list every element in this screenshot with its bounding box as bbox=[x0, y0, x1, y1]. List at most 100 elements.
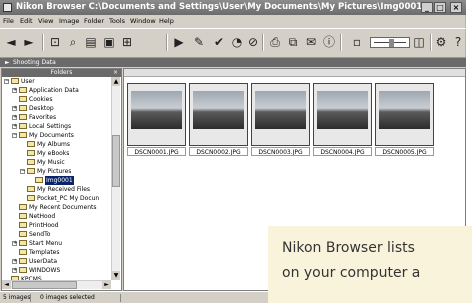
delete-icon[interactable]: ⊘ bbox=[246, 35, 260, 49]
slideshow-icon[interactable]: ⊞ bbox=[120, 35, 134, 49]
thumbnail-item[interactable]: DSCN0002.JPG bbox=[189, 83, 248, 159]
expand-arrow-icon[interactable]: ► bbox=[5, 58, 10, 67]
retouch-icon[interactable]: ✔ bbox=[212, 35, 226, 49]
menu-edit[interactable]: Edit bbox=[20, 16, 33, 27]
tree-item-label: UserData bbox=[29, 258, 58, 265]
email-icon[interactable]: ✉ bbox=[304, 35, 318, 49]
collapse-icon[interactable]: − bbox=[20, 169, 25, 174]
thumbnail-frame[interactable] bbox=[127, 83, 186, 146]
thumbnail-item[interactable]: DSCN0001.JPG bbox=[127, 83, 186, 159]
expand-icon[interactable]: + bbox=[12, 268, 17, 273]
tree-item-label: My Music bbox=[37, 159, 65, 166]
thumbnail-frame[interactable] bbox=[189, 83, 248, 146]
close-folders-icon[interactable]: × bbox=[113, 69, 118, 77]
help-icon[interactable]: ? bbox=[451, 35, 465, 49]
folder-icon bbox=[19, 249, 27, 255]
rotate-icon[interactable]: ◔ bbox=[230, 35, 244, 49]
folders-title: Folders bbox=[50, 69, 73, 76]
menu-file[interactable]: File bbox=[3, 16, 14, 27]
tree-vscroll-thumb[interactable] bbox=[112, 135, 120, 187]
folder-icon bbox=[19, 114, 27, 120]
tree-vertical-scrollbar[interactable]: ▲ ▼ bbox=[111, 77, 120, 280]
tree-item-label: Cookies bbox=[29, 96, 53, 103]
menu-help[interactable]: Help bbox=[159, 16, 174, 27]
tree-horizontal-scrollbar[interactable]: ◄ ► bbox=[2, 280, 111, 289]
thumbnail-item[interactable]: DSCN0005.JPG bbox=[375, 83, 434, 159]
toolbar-separator bbox=[166, 34, 168, 51]
thumbnail-item[interactable]: DSCN0003.JPG bbox=[251, 83, 310, 159]
folder-icon bbox=[19, 267, 27, 273]
folder-icon bbox=[27, 159, 35, 165]
shooting-data-label: Shooting Data bbox=[13, 59, 56, 66]
folder-up-icon[interactable]: ⊡ bbox=[48, 35, 62, 49]
tree-hscroll-thumb[interactable] bbox=[12, 281, 77, 289]
tree-item-label: User bbox=[21, 78, 35, 85]
expand-icon[interactable]: + bbox=[12, 124, 17, 129]
thumbnail-filename: DSCN0004.JPG bbox=[313, 147, 372, 156]
callout-line-2: on your computer a bbox=[282, 265, 421, 281]
tree-item-label: NetHood bbox=[29, 213, 56, 220]
thumbnail-view-icon[interactable]: ▤ bbox=[84, 35, 98, 49]
toolbar: ◄ ► ⊡ ⌕ ▤ ▣ ⊞ ▶ ✎ ✔ ◔ ⊘ ⎙ ⧉ ✉ ⓘ ▫ ◫ ⚙ ? bbox=[0, 28, 466, 58]
edit-icon[interactable]: ✎ bbox=[192, 35, 206, 49]
expand-icon[interactable]: + bbox=[12, 115, 17, 120]
menu-view[interactable]: View bbox=[38, 16, 53, 27]
tree-item-label: My Recent Documents bbox=[29, 204, 97, 211]
toolbar-separator bbox=[262, 34, 264, 51]
find-icon[interactable]: ⌕ bbox=[66, 35, 80, 49]
forward-icon[interactable]: ► bbox=[22, 35, 36, 49]
toolbar-separator bbox=[340, 34, 342, 51]
copy-icon[interactable]: ⧉ bbox=[286, 35, 300, 49]
folder-icon bbox=[27, 168, 35, 174]
tree-item-label: WINDOWS bbox=[29, 267, 61, 274]
info-icon[interactable]: ⓘ bbox=[322, 35, 336, 49]
tree-item-label: SendTo bbox=[29, 231, 51, 238]
thumbnail-frame[interactable] bbox=[251, 83, 310, 146]
menu-image[interactable]: Image bbox=[59, 16, 79, 27]
close-button[interactable]: × bbox=[450, 2, 462, 13]
scroll-down-icon[interactable]: ▼ bbox=[112, 271, 120, 280]
zoom-slider[interactable] bbox=[370, 37, 410, 48]
scroll-up-icon[interactable]: ▲ bbox=[112, 77, 120, 86]
collapse-icon[interactable]: − bbox=[12, 133, 17, 138]
zoom-small-icon[interactable]: ▫ bbox=[350, 35, 364, 49]
minimize-button[interactable]: _ bbox=[421, 2, 433, 13]
tree-item-label: Local Settings bbox=[29, 123, 72, 130]
expand-icon[interactable]: + bbox=[12, 106, 17, 111]
menu-window[interactable]: Window bbox=[130, 16, 156, 27]
folder-tree: − User + Application Data Cookies + Desktop + Fa… bbox=[2, 77, 111, 280]
zoom-large-icon[interactable]: ◫ bbox=[412, 35, 426, 49]
expand-icon[interactable]: + bbox=[12, 259, 17, 264]
maximize-button[interactable]: □ bbox=[434, 2, 446, 13]
menu-tools[interactable]: Tools bbox=[109, 16, 125, 27]
thumbnail-header-strip bbox=[124, 69, 465, 77]
folder-icon bbox=[19, 96, 27, 102]
menu-folder[interactable]: Folder bbox=[84, 16, 104, 27]
folder-icon bbox=[19, 105, 27, 111]
thumbnail-filename: DSCN0002.JPG bbox=[189, 147, 248, 156]
folder-icon bbox=[19, 258, 27, 264]
preview-icon[interactable]: ▣ bbox=[102, 35, 116, 49]
folder-icon bbox=[19, 231, 27, 237]
landscape-photo-thumbnail bbox=[317, 91, 368, 129]
expand-icon[interactable]: + bbox=[12, 241, 17, 246]
shooting-data-bar[interactable]: ► Shooting Data bbox=[0, 58, 466, 67]
properties-icon[interactable]: ⚙ bbox=[434, 35, 448, 49]
title-bar[interactable]: Nikon Browser C:\Documents and Settings\… bbox=[0, 0, 466, 15]
scroll-right-icon[interactable]: ► bbox=[102, 281, 111, 289]
expand-icon[interactable]: + bbox=[12, 88, 17, 93]
open-folder-icon[interactable]: ▶ bbox=[172, 35, 186, 49]
back-icon[interactable]: ◄ bbox=[4, 35, 18, 49]
thumbnail-frame[interactable] bbox=[313, 83, 372, 146]
thumbnail-item[interactable]: DSCN0004.JPG bbox=[313, 83, 372, 159]
folder-icon bbox=[27, 186, 35, 192]
zoom-slider-thumb[interactable] bbox=[389, 39, 394, 47]
collapse-icon[interactable]: − bbox=[4, 79, 9, 84]
folders-header: Folders × bbox=[2, 69, 121, 77]
thumbnail-frame[interactable] bbox=[375, 83, 434, 146]
print-icon[interactable]: ⎙ bbox=[268, 35, 282, 49]
selected-count: 0 images selected bbox=[40, 294, 95, 301]
scroll-left-icon[interactable]: ◄ bbox=[2, 281, 11, 289]
folder-icon bbox=[19, 213, 27, 219]
thumbnail-filename: DSCN0001.JPG bbox=[127, 147, 186, 156]
